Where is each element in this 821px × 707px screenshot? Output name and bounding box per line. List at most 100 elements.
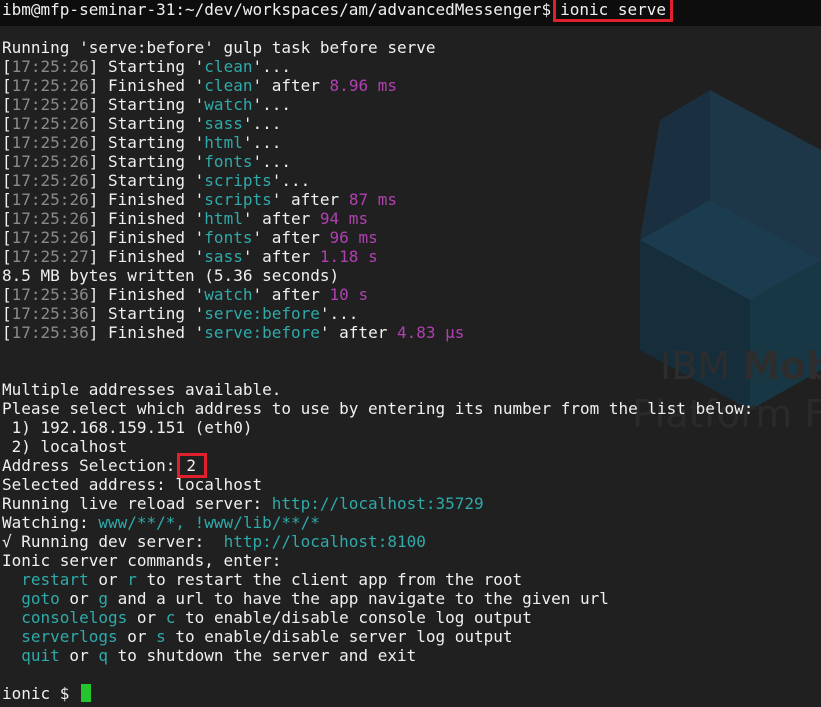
gulp-task-line: [17:25:36] Finished 'serve:before' after… — [2, 323, 465, 342]
gulp-task-line: [17:25:36] Finished 'watch' after 10 s — [2, 285, 369, 304]
or-word: or — [59, 646, 99, 665]
task-timestamp: 17:25:26 — [11, 114, 89, 133]
live-reload-url[interactable]: http://localhost:35729 — [272, 494, 484, 513]
gulp-task-line: [17:25:26] Starting 'fonts'... — [2, 152, 292, 171]
cursor-block[interactable] — [81, 684, 92, 702]
gulp-task-line: [17:25:26] Finished 'scripts' after 87 m… — [2, 190, 397, 209]
bytes-written-line: 8.5 MB bytes written (5.36 seconds) — [2, 266, 340, 285]
task-duration: 4.83 μs — [396, 323, 465, 342]
task-name: watch — [204, 285, 253, 304]
command-name: quit — [21, 646, 60, 665]
command-name: goto — [21, 589, 60, 608]
final-prompt: ionic $ — [2, 684, 80, 703]
server-command-line: quit or q to shutdown the server and exi… — [2, 646, 753, 665]
select-address-line: Please select which address to use by en… — [2, 399, 754, 418]
task-name: serve:before — [204, 304, 320, 323]
task-timestamp: 17:25:27 — [11, 247, 89, 266]
command-name: restart — [21, 570, 89, 589]
task-suffix: ... — [252, 133, 282, 152]
gulp-task-list-2: [17:25:36] Finished 'watch' after 10 s [1… — [2, 285, 753, 342]
task-verb: Finished — [107, 209, 186, 228]
task-verb: Finished — [107, 190, 186, 209]
task-timestamp: 17:25:26 — [11, 228, 89, 247]
server-command-list: restart or r to restart the client app f… — [2, 570, 753, 665]
command-desc: to enable/disable server log output — [165, 627, 513, 646]
command-alias: r — [127, 570, 137, 589]
command-alias: s — [156, 627, 166, 646]
task-verb: Finished — [107, 247, 186, 266]
task-timestamp: 17:25:26 — [11, 190, 89, 209]
command-name: serverlogs — [21, 627, 118, 646]
or-word: or — [59, 589, 99, 608]
commands-intro-line: Ionic server commands, enter: — [2, 551, 282, 570]
multiple-addresses-line: Multiple addresses available. — [2, 380, 282, 399]
task-name: scripts — [204, 190, 272, 209]
prompt-path: ibm@mfp-seminar-31:~/dev/workspaces/am/a… — [2, 0, 552, 19]
final-prompt-line[interactable]: ionic $ — [2, 684, 753, 703]
address-option-1: 1) 192.168.159.151 (eth0) — [2, 418, 253, 437]
task-name: fonts — [204, 152, 253, 171]
task-name: scripts — [204, 171, 272, 190]
task-name: sass — [204, 247, 243, 266]
task-duration: 8.96 ms — [329, 76, 397, 95]
task-timestamp: 17:25:26 — [11, 57, 89, 76]
or-word: or — [127, 608, 166, 627]
task-after: after — [329, 323, 397, 342]
gulp-task-line: [17:25:36] Starting 'serve:before'... — [2, 304, 359, 323]
gulp-task-line: [17:25:26] Starting 'clean'... — [2, 57, 292, 76]
task-verb: Starting — [107, 95, 186, 114]
command-desc: and a url to have the app navigate to th… — [107, 589, 609, 608]
task-verb: Finished — [107, 323, 186, 342]
gulp-task-list: [17:25:26] Starting 'clean'... [17:25:26]… — [2, 57, 753, 266]
gulp-task-line: [17:25:26] Starting 'sass'... — [2, 114, 282, 133]
task-suffix: ... — [329, 304, 359, 323]
task-after: after — [262, 76, 330, 95]
terminal-window[interactable]: IBM Mob Platform Fo ibm@mfp-seminar-31:~… — [0, 0, 821, 707]
gulp-task-line: [17:25:26] Starting 'watch'... — [2, 95, 292, 114]
task-name: watch — [204, 95, 253, 114]
task-timestamp: 17:25:36 — [11, 304, 89, 323]
dev-server-url[interactable]: http://localhost:8100 — [224, 532, 426, 551]
task-verb: Finished — [107, 285, 186, 304]
selected-address-line: Selected address: localhost — [2, 475, 263, 494]
task-verb: Finished — [107, 76, 186, 95]
task-timestamp: 17:25:36 — [11, 285, 89, 304]
server-command-line: serverlogs or s to enable/disable server… — [2, 627, 753, 646]
command-prompt-line: ibm@mfp-seminar-31:~/dev/workspaces/am/a… — [2, 0, 753, 22]
terminal-output: ibm@mfp-seminar-31:~/dev/workspaces/am/a… — [2, 0, 753, 703]
command-desc: to shutdown the server and exit — [107, 646, 417, 665]
task-verb: Starting — [107, 152, 186, 171]
task-name: serve:before — [204, 323, 320, 342]
task-duration: 96 ms — [329, 228, 378, 247]
task-duration: 94 ms — [319, 209, 369, 228]
watching-line: Watching: www/**/*, !www/lib/**/* — [2, 513, 320, 532]
task-timestamp: 17:25:36 — [11, 323, 89, 342]
gulp-task-line: [17:25:26] Starting 'html'... — [2, 133, 282, 152]
task-verb: Finished — [107, 228, 186, 247]
gulp-task-line: [17:25:27] Finished 'sass' after 1.18 s — [2, 247, 378, 266]
gulp-task-line: [17:25:26] Finished 'html' after 94 ms — [2, 209, 369, 228]
task-verb: Starting — [107, 171, 186, 190]
task-verb: Starting — [107, 304, 186, 323]
ionic-serve-command: ionic serve — [553, 0, 674, 22]
task-after: after — [262, 228, 330, 247]
or-word: or — [88, 570, 128, 589]
task-timestamp: 17:25:26 — [11, 95, 89, 114]
gulp-task-line: [17:25:26] Starting 'scripts'... — [2, 171, 311, 190]
server-command-line: consolelogs or c to enable/disable conso… — [2, 608, 753, 627]
task-suffix: ... — [262, 57, 292, 76]
task-after: after — [281, 190, 349, 209]
or-word: or — [117, 627, 157, 646]
serve-before-line: Running 'serve:before' gulp task before … — [2, 38, 436, 57]
task-duration: 87 ms — [348, 190, 397, 209]
gulp-task-line: [17:25:26] Finished 'fonts' after 96 ms — [2, 228, 378, 247]
task-timestamp: 17:25:26 — [11, 209, 89, 228]
task-suffix: ... — [262, 152, 292, 171]
task-suffix: ... — [262, 95, 292, 114]
task-suffix: ... — [281, 171, 311, 190]
task-name: html — [204, 133, 243, 152]
task-verb: Starting — [107, 133, 186, 152]
command-name: consolelogs — [21, 608, 128, 627]
command-alias: c — [165, 608, 176, 627]
